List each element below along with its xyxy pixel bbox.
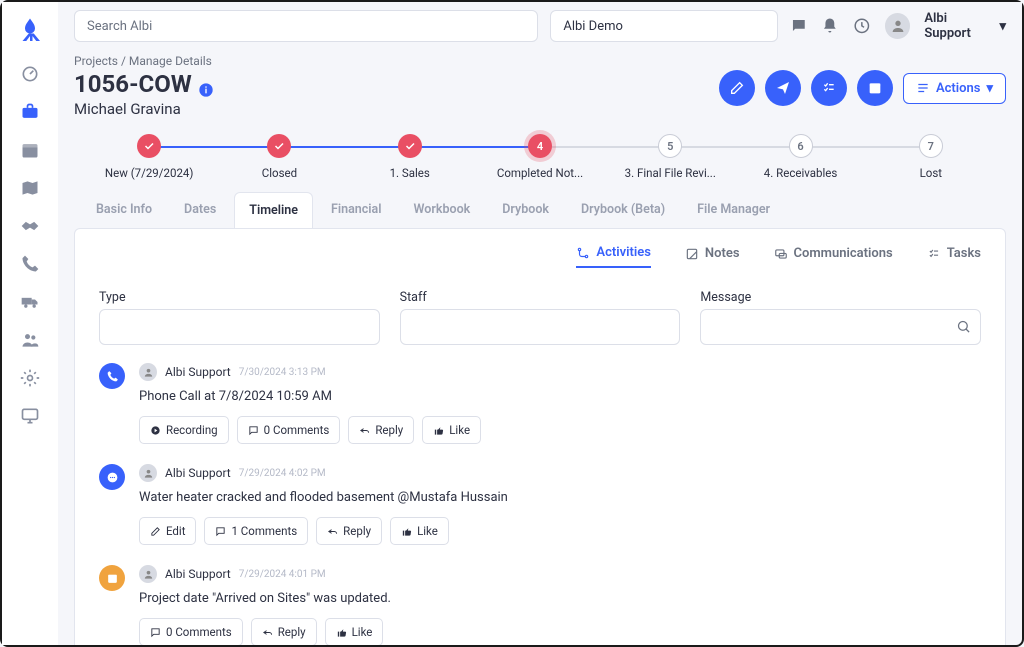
activity-item: Albi Support 7/29/2024 4:01 PM Project da… — [99, 565, 981, 645]
reply-button[interactable]: Reply — [316, 517, 382, 545]
activity-time: 7/29/2024 4:01 PM — [239, 569, 326, 580]
search-icon — [956, 319, 971, 334]
user-avatar[interactable] — [885, 13, 911, 39]
tabs: Basic Info Dates Timeline Financial Work… — [74, 192, 1006, 229]
phone-icon[interactable] — [20, 254, 40, 274]
activity-message: Phone Call at 7/8/2024 10:59 AM — [139, 389, 981, 404]
calendar-icon[interactable] — [20, 140, 40, 160]
activity-time: 7/29/2024 4:02 PM — [239, 468, 326, 479]
activity-item: Albi Support 7/29/2024 4:02 PM Water heat… — [99, 464, 981, 545]
activity-user: Albi Support — [165, 466, 231, 480]
chat-icon[interactable] — [790, 17, 808, 35]
users-icon[interactable] — [20, 330, 40, 350]
search-input[interactable]: Search Albi — [74, 10, 538, 42]
truck-icon[interactable] — [20, 292, 40, 312]
monitor-icon[interactable] — [20, 406, 40, 426]
gear-icon[interactable] — [20, 368, 40, 388]
step-closed[interactable] — [267, 134, 291, 158]
step-receivables[interactable]: 6 — [789, 134, 813, 158]
comments-button[interactable]: 0 Comments — [237, 416, 341, 444]
project-title: 1056-COW — [74, 70, 214, 98]
dashboard-icon[interactable] — [20, 64, 40, 84]
phone-icon — [99, 363, 125, 389]
step-sales[interactable] — [398, 134, 422, 158]
edit-button[interactable]: Edit — [139, 517, 196, 545]
stepper: New (7/29/2024) Closed 1. Sales 4Complet… — [84, 134, 996, 180]
chat-icon — [99, 464, 125, 490]
comments-button[interactable]: 0 Comments — [139, 618, 243, 645]
like-button[interactable]: Like — [422, 416, 481, 444]
caret-down-icon: ▾ — [986, 81, 993, 96]
tab-workbook[interactable]: Workbook — [400, 192, 485, 228]
step-completed[interactable]: 4 — [528, 134, 552, 158]
step-new[interactable] — [137, 134, 161, 158]
recording-button[interactable]: Recording — [139, 416, 229, 444]
activity-user: Albi Support — [165, 365, 231, 379]
filter-staff-label: Staff — [400, 290, 681, 305]
user-menu[interactable]: Albi Support ▾ — [924, 11, 1006, 41]
subtab-activities[interactable]: Activities — [576, 245, 651, 268]
tab-dates[interactable]: Dates — [170, 192, 230, 228]
schedule-button[interactable] — [857, 70, 893, 106]
handshake-icon[interactable] — [20, 216, 40, 236]
edit-button[interactable] — [719, 70, 755, 106]
tab-file-manager[interactable]: File Manager — [683, 192, 784, 228]
bell-icon[interactable] — [821, 17, 839, 35]
tab-financial[interactable]: Financial — [317, 192, 396, 228]
filter-type-label: Type — [99, 290, 380, 305]
activity-item: Albi Support 7/30/2024 3:13 PM Phone Call… — [99, 363, 981, 444]
subtab-communications[interactable]: Communications — [774, 245, 893, 268]
subtab-notes[interactable]: Notes — [685, 245, 740, 268]
filter-message-input[interactable] — [700, 309, 981, 345]
tasks-button[interactable] — [811, 70, 847, 106]
subtab-tasks[interactable]: Tasks — [927, 245, 981, 268]
avatar-icon — [139, 565, 157, 583]
activity-user: Albi Support — [165, 567, 231, 581]
activity-time: 7/30/2024 3:13 PM — [239, 367, 326, 378]
filter-type-input[interactable] — [99, 309, 380, 345]
timeline-panel: Activities Notes Communications Tasks Ty… — [74, 228, 1006, 645]
filter-staff-input[interactable] — [400, 309, 681, 345]
tab-basic-info[interactable]: Basic Info — [82, 192, 166, 228]
like-button[interactable]: Like — [390, 517, 449, 545]
calendar-icon — [99, 565, 125, 591]
actions-dropdown[interactable]: Actions ▾ — [903, 73, 1006, 104]
clock-icon[interactable] — [853, 17, 871, 35]
sidebar — [2, 2, 58, 645]
caret-down-icon: ▾ — [999, 19, 1006, 34]
info-icon[interactable] — [198, 76, 214, 92]
map-icon[interactable] — [20, 178, 40, 198]
step-final-file[interactable]: 5 — [658, 134, 682, 158]
step-lost[interactable]: 7 — [919, 134, 943, 158]
topbar: Search Albi Albi Demo Albi Support ▾ — [58, 2, 1022, 50]
send-button[interactable] — [765, 70, 801, 106]
activity-message: Water heater cracked and flooded basemen… — [139, 490, 981, 505]
filter-message-label: Message — [700, 290, 981, 305]
comments-button[interactable]: 1 Comments — [204, 517, 308, 545]
project-contact: Michael Gravina — [74, 100, 214, 118]
app-logo[interactable] — [15, 16, 45, 46]
briefcase-icon[interactable] — [20, 102, 40, 122]
breadcrumb[interactable]: Projects / Manage Details — [74, 54, 1006, 68]
reply-button[interactable]: Reply — [251, 618, 317, 645]
like-button[interactable]: Like — [325, 618, 384, 645]
avatar-icon — [139, 363, 157, 381]
tab-drybook[interactable]: Drybook — [488, 192, 563, 228]
tab-drybook-beta[interactable]: Drybook (Beta) — [567, 192, 679, 228]
activity-message: Project date "Arrived on Sites" was upda… — [139, 591, 981, 606]
reply-button[interactable]: Reply — [348, 416, 414, 444]
tab-timeline[interactable]: Timeline — [234, 192, 313, 228]
avatar-icon — [139, 464, 157, 482]
org-select[interactable]: Albi Demo — [550, 10, 777, 42]
